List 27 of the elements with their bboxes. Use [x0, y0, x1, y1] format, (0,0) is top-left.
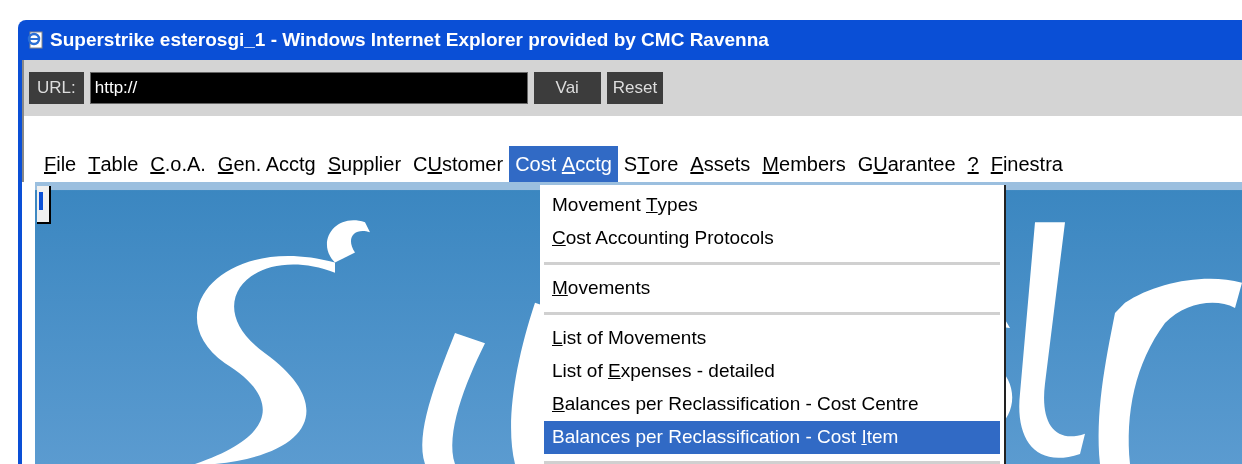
go-button[interactable]: Vai [533, 72, 601, 104]
window-title: Superstrike esterosgi_1 - Windows Internet Explorer provided by CMC Ravenna [50, 27, 769, 52]
menu-item[interactable]: Finestra [984, 146, 1069, 182]
dropdown-item[interactable]: List of Movements [544, 322, 1000, 355]
menu-item[interactable]: File [38, 146, 83, 182]
menu-item[interactable]: C.o.A. [144, 146, 212, 182]
menu-item[interactable]: Table [82, 146, 145, 182]
url-field[interactable]: http:// [89, 72, 528, 104]
menu-item[interactable]: GUarantee [851, 146, 962, 182]
menu-item[interactable]: Cost Acctg [509, 146, 618, 182]
menu-item[interactable]: Gen. Acctg [211, 146, 322, 182]
browser-icon [26, 31, 44, 49]
dropdown-item[interactable]: Balances per Reclassification - Cost Item [544, 421, 1000, 454]
dropdown-item[interactable]: Cost Accounting Protocols [544, 222, 1000, 255]
menu-item[interactable]: CUstomer [407, 146, 510, 182]
dropdown-item[interactable]: Movements [544, 272, 1000, 305]
dropdown-item[interactable]: Movement Types [544, 189, 1000, 222]
dropdown-item[interactable]: List of Expenses - detailed [544, 355, 1000, 388]
dropdown-item[interactable]: Balances per Reclassification - Cost Centre [544, 388, 1000, 421]
small-frame [37, 186, 51, 224]
menu-item[interactable]: Supplier [321, 146, 408, 182]
menu-item[interactable]: Members [756, 146, 852, 182]
url-label: URL: [29, 72, 84, 104]
menu-item[interactable]: STore [617, 146, 685, 182]
menu-item[interactable]: ? [961, 146, 985, 182]
reset-button[interactable]: Reset [606, 72, 664, 104]
menu-item[interactable]: Assets [684, 146, 757, 182]
